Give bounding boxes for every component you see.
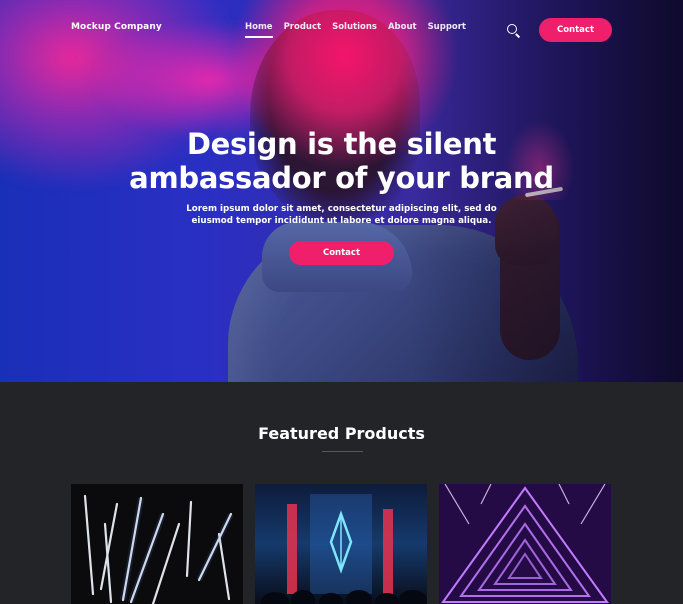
product-card-neon-diamond[interactable] [255,484,427,604]
product-cards [71,484,611,604]
main-menu: Home Product Solutions About Support [245,22,466,38]
hero-contact-button[interactable]: Contact [289,241,394,265]
section-divider [322,451,363,452]
neon-diamond-image [255,484,427,604]
hero-subtext: Lorem ipsum dolor sit amet, consectetur … [0,203,683,227]
hero-section: Mockup Company Home Product Solutions Ab… [0,0,683,382]
nav-item-about[interactable]: About [388,22,417,32]
nav-item-product[interactable]: Product [284,22,322,32]
hero-subtext-line-2: eiusmod tempor incididunt ut labore et d… [191,216,492,226]
nav-item-solutions[interactable]: Solutions [332,22,377,32]
nav-item-support[interactable]: Support [428,22,466,32]
nav-item-home[interactable]: Home [245,22,273,38]
nav-contact-button[interactable]: Contact [539,18,612,42]
product-card-neon-sticks[interactable] [71,484,243,604]
brand-logo[interactable]: Mockup Company [71,22,162,32]
hero-headline-line-2: ambassador of your brand [129,161,554,195]
product-card-neon-tunnel[interactable] [439,484,611,604]
hero-headline-line-1: Design is the silent [186,127,497,161]
search-icon[interactable] [506,23,521,38]
neon-sticks-image [71,484,243,604]
section-title: Featured Products [258,424,425,443]
neon-tunnel-image [439,484,611,604]
hero-headline: Design is the silent ambassador of your … [0,127,683,195]
hero-subtext-line-1: Lorem ipsum dolor sit amet, consectetur … [186,204,497,214]
top-navigation: Mockup Company Home Product Solutions Ab… [0,0,683,60]
featured-products-section: Featured Products [0,382,683,604]
search-icon-handle [515,33,521,38]
